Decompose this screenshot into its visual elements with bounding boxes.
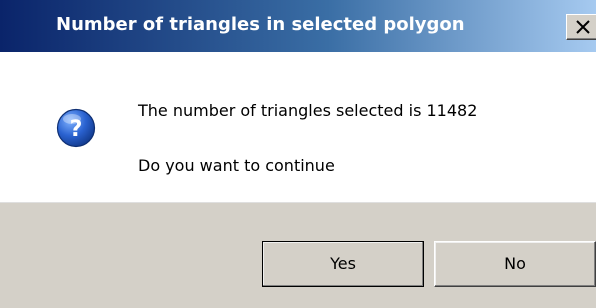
message-line-question: Do you want to continue (138, 156, 335, 175)
close-button[interactable] (566, 14, 596, 40)
yes-button[interactable]: Yes (262, 241, 424, 287)
no-button[interactable]: No (434, 241, 596, 287)
message-line-count: The number of triangles selected is 1148… (138, 101, 478, 120)
title-bar[interactable]: Number of triangles in selected polygon (0, 0, 596, 52)
dialog-title: Number of triangles in selected polygon (56, 14, 465, 35)
dialog-body: ? The number of triangles selected is 11… (0, 52, 596, 202)
svg-text:?: ? (70, 117, 83, 142)
close-icon (576, 20, 590, 34)
question-icon: ? (56, 108, 96, 148)
message-dialog: Number of triangles in selected polygon … (0, 0, 596, 308)
